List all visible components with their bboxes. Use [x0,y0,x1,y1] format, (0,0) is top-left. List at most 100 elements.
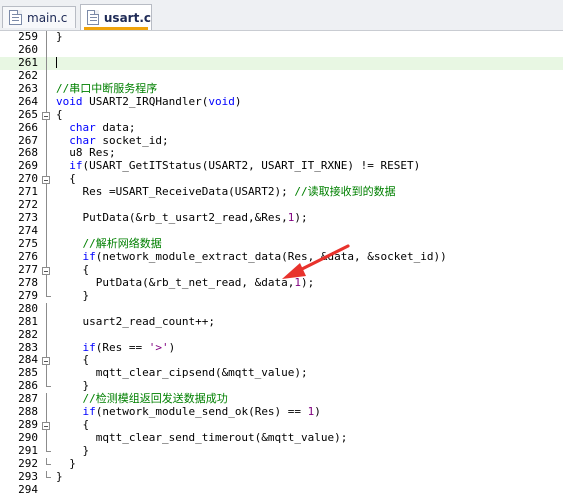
code-line[interactable]: 292 } [0,456,563,471]
fold-guide [38,393,56,407]
code-token: { [56,262,90,276]
line-number: 291 [18,444,38,457]
line-number: 292 [18,456,38,470]
annotation-arrow [282,244,350,279]
tab-main-c[interactable]: main.c [2,6,76,28]
c-file-icon [9,10,22,25]
code-token: (Res == [95,340,149,354]
comment: //检测模组返回发送数据成功 [82,392,228,406]
fold-guide [38,341,56,355]
line-number: 261 [18,55,38,69]
code-token: USART2_IRQHandler( [82,94,209,108]
line-number: 293 [18,469,38,483]
fold-guide [38,445,56,458]
fold-guide [38,43,56,57]
keyword: if [69,159,83,173]
code-token: data; [95,120,136,134]
code-token: ) [234,94,242,108]
code-line[interactable]: 281 usart2_read_count++; [0,314,563,329]
line-number: 260 [18,42,38,56]
fold-guide [38,82,56,96]
code-token: } [56,456,76,470]
line-number: 280 [18,301,38,315]
line-number: 282 [18,327,38,341]
comment: //解析网络数据 [82,237,162,250]
line-number: 259 [18,31,38,43]
keyword: char [69,133,96,147]
code-token: (network_module_extract_data(Res, &data,… [95,249,447,263]
code-token: socket_id; [95,133,169,147]
fold-guide [38,432,56,445]
comment: //读取接收到的数据 [294,185,396,199]
fold-guide [38,470,56,484]
fold-guide [38,457,56,471]
code-token: } [56,31,63,43]
line-number: 266 [18,120,38,134]
code-token: ); [294,211,308,225]
code-line[interactable]: 294 [0,482,563,497]
code-line[interactable]: 259} [0,31,563,44]
code-token: PutData(&rb_t_usart2_read,&Res, [56,211,288,225]
code-token: { [56,172,76,186]
code-text: } [56,31,563,44]
keyword: void [56,94,83,108]
line-number: 263 [18,81,38,95]
fold-guide [38,406,56,420]
fold-guide [38,199,56,213]
code-text: } [56,456,563,471]
line-number: 281 [18,314,38,328]
code-text: if(USART_GetITStatus(USART2, USART_IT_RX… [56,159,563,173]
file-tab-bar: main.c usart.c [0,0,563,31]
code-text: mqtt_clear_send_timerout(&mqtt_value); [56,431,563,445]
fold-guide [38,367,56,381]
code-token: } [56,288,90,302]
fold-toggle-icon[interactable] [38,173,56,187]
code-token: { [56,353,90,367]
code-text: if(Res == '>') [56,340,563,355]
fold-toggle-icon[interactable] [38,419,56,433]
code-line[interactable]: 271 Res =USART_ReceiveData(USART2); //读取… [0,185,563,200]
code-token: mqtt_clear_send_timerout(&mqtt_value); [56,431,348,445]
code-text: mqtt_clear_cipsend(&mqtt_value); [56,366,563,380]
code-token: } [56,469,63,483]
code-token: Res =USART_ReceiveData(USART2); [56,185,295,199]
fold-guide [38,160,56,174]
comment: //串口中断服务程序 [56,81,158,95]
line-number: 294 [18,482,38,496]
code-text: if(network_module_send_ok(Res) == 1) [56,405,563,419]
code-text: } [56,469,563,484]
code-line[interactable]: 269 if(USART_GetITStatus(USART2, USART_I… [0,159,563,174]
code-token: ) [314,405,321,419]
code-line[interactable]: 291 } [0,444,563,458]
code-line[interactable]: 273 PutData(&rb_t_usart2_read,&Res,1); [0,211,563,226]
code-text: PutData(&rb_t_usart2_read,&Res,1); [56,211,563,225]
fold-guide [38,238,56,251]
fold-toggle-icon[interactable] [38,354,56,368]
fold-guide [38,289,56,303]
code-editor[interactable]: 259} 260 261 262 263//串口中断服务程序 264 void USART2… [0,31,563,503]
fold-guide [38,484,56,497]
fold-guide [38,31,56,44]
fold-toggle-icon[interactable] [38,108,56,122]
code-line[interactable]: 293} [0,469,563,484]
text-caret [56,57,57,69]
code-text: char socket_id; [56,133,563,148]
fold-guide [38,186,56,200]
code-line[interactable]: 279 } [0,288,563,303]
fold-guide [38,56,56,70]
code-token: } [56,444,90,457]
code-line[interactable]: 260 [0,42,563,57]
fold-guide [38,328,56,342]
code-token: usart2_read_count++; [56,314,215,328]
tab-label: main.c [27,10,68,25]
fold-toggle-icon[interactable] [38,263,56,277]
fold-guide [38,212,56,226]
code-token: u8 Res; [56,146,116,160]
code-line[interactable]: 261 [0,55,563,70]
code-line[interactable]: 264 void USART2_IRQHandler(void) [0,94,563,109]
